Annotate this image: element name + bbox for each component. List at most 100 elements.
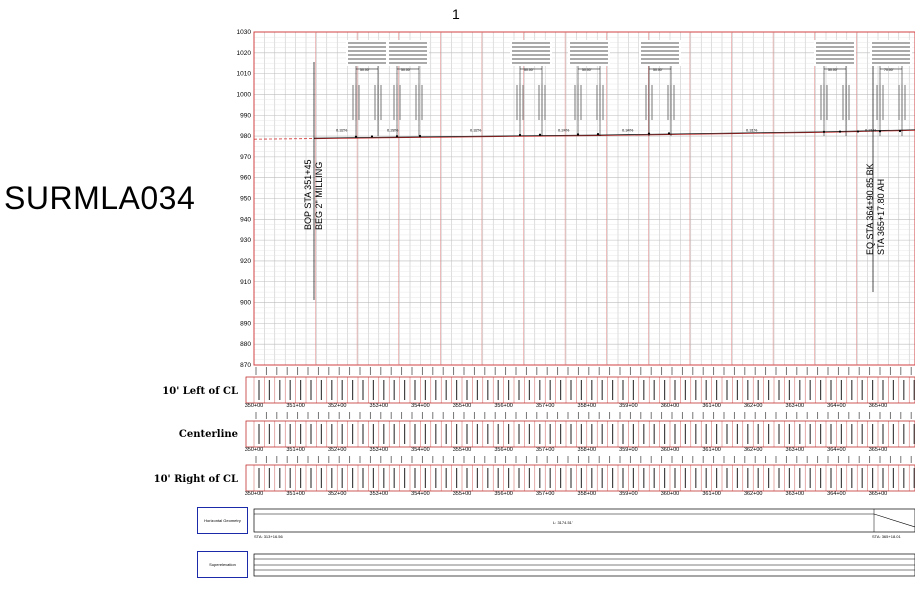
vc-data-block: [387, 40, 429, 66]
vc-length-label: 70.00': [884, 68, 894, 72]
station-label: 355+00: [453, 447, 472, 453]
grade-label: 0.34%: [622, 128, 634, 133]
station-label: 354+00: [411, 447, 430, 453]
elevation-tick-label: 970: [240, 154, 251, 161]
existing-ground-line: [253, 138, 315, 140]
pvi-marker: [538, 133, 542, 136]
grade-label: 0.21%: [865, 128, 877, 133]
station-label: 361+00: [702, 403, 721, 409]
elevation-tick-label: 890: [240, 320, 251, 327]
station-label: 352+00: [328, 403, 347, 409]
station-band-frame: [245, 376, 915, 404]
hg-sta-left: STA: 313+16.56: [254, 534, 284, 539]
station-band-frame: [245, 420, 915, 448]
station-label: 359+00: [619, 447, 638, 453]
station-label: 354+00: [411, 403, 430, 409]
pvi-marker: [856, 130, 860, 133]
horizontal-geometry-strip: L: 3174.51' STA: 313+16.56 STA: 365+18.01: [253, 508, 915, 539]
station-label: 354+00: [411, 491, 430, 497]
vc-data-block: [568, 40, 610, 66]
pvi-marker: [370, 135, 374, 138]
vc-data-block: [814, 40, 856, 66]
station-label: 365+00: [869, 447, 888, 453]
elevation-tick-label: 870: [240, 362, 251, 369]
vc-data-block: [510, 40, 552, 66]
station-label: 357+00: [536, 491, 555, 497]
station-label: 357+00: [536, 447, 555, 453]
eq-station-label: EQ STA 364+90.85 BK: [865, 163, 875, 255]
elevation-tick-label: 960: [240, 175, 251, 182]
elevation-tick-label: 1020: [237, 50, 252, 57]
grade-label: 0.31%: [746, 128, 758, 133]
hg-sta-right: STA: 365+18.01: [872, 534, 902, 539]
hg-length-label: L: 3174.51': [553, 520, 573, 525]
superelevation-box: Superelevation: [197, 551, 248, 578]
station-label: 363+00: [786, 447, 805, 453]
elevation-tick-label: 1030: [237, 29, 252, 36]
station-label: 355+00: [453, 491, 472, 497]
pvi-marker: [667, 132, 671, 135]
elevation-tick-label: 920: [240, 258, 251, 265]
station-band-frame: [245, 464, 915, 492]
station-label: 358+00: [578, 403, 597, 409]
elevation-tick-label: 880: [240, 341, 251, 348]
elevation-tick-label: 980: [240, 133, 251, 140]
vc-length-label: 50.00': [828, 68, 838, 72]
grade-label: 0.32%: [336, 128, 348, 133]
station-label: 360+00: [661, 491, 680, 497]
pvi-marker: [838, 130, 842, 133]
station-label: 350+00: [245, 403, 264, 409]
vc-data-block: [639, 40, 681, 66]
station-label: 363+00: [786, 403, 805, 409]
station-label: 353+00: [370, 491, 389, 497]
station-label: 357+00: [536, 403, 555, 409]
station-label: 361+00: [702, 447, 721, 453]
station-bands: 350+00 351+00 352+00 353+00 354+00 355+00 356+…: [245, 367, 915, 497]
station-label: 356+00: [494, 491, 513, 497]
eq-station-label-ahead: STA 365+17.80 AH: [876, 179, 886, 255]
elevation-tick-label: 990: [240, 112, 251, 119]
vc-data-block: [346, 40, 388, 66]
station-label: 361+00: [702, 491, 721, 497]
row-label-centerline: Centerline: [178, 429, 238, 440]
vc-length-label: 50.00': [653, 68, 663, 72]
station-label: 356+00: [494, 403, 513, 409]
station-label: 364+00: [827, 403, 846, 409]
station-label: 364+00: [827, 447, 846, 453]
station-label: 358+00: [578, 447, 597, 453]
pvi-marker: [898, 129, 902, 133]
elevation-tick-label: 940: [240, 216, 251, 223]
station-label: 350+00: [245, 447, 264, 453]
station-label: 352+00: [328, 447, 347, 453]
grade-label: 0.32%: [470, 128, 482, 133]
vc-data-block: [870, 40, 912, 66]
elevation-ticks: 1030 1020 1010 1000 990 980 970 960 950 940 930 920…: [237, 29, 252, 369]
elevation-tick-label: 910: [240, 279, 251, 286]
station-label: 365+00: [869, 403, 888, 409]
station-label: 359+00: [619, 491, 638, 497]
proposed-grade-line: [313, 129, 915, 139]
station-label: 360+00: [661, 447, 680, 453]
station-label: 352+00: [328, 491, 347, 497]
station-label: 351+00: [286, 447, 305, 453]
bop-milling-label: BEG 2" MILLING: [314, 162, 324, 230]
grade-label: 0.24%: [558, 128, 570, 133]
superelevation-strip: [253, 553, 915, 577]
elevation-tick-label: 1000: [237, 91, 252, 98]
station-label: 362+00: [744, 491, 763, 497]
station-label: 359+00: [619, 403, 638, 409]
hg-curve: [873, 513, 915, 528]
station-label: 362+00: [744, 403, 763, 409]
vc-length-label: 50.00': [401, 68, 411, 72]
station-label: 364+00: [827, 491, 846, 497]
elevation-tick-label: 900: [240, 300, 251, 307]
profile-grid: [253, 31, 915, 366]
row-label-left: 10' Left of CL: [162, 386, 238, 397]
elevation-tick-label: 1010: [237, 71, 252, 78]
elevation-tick-label: 950: [240, 196, 251, 203]
elevation-tick-label: 930: [240, 237, 251, 244]
station-label: 350+00: [245, 491, 264, 497]
pvi-marker: [596, 133, 600, 136]
station-label: 351+00: [286, 491, 305, 497]
station-label: 351+00: [286, 403, 305, 409]
